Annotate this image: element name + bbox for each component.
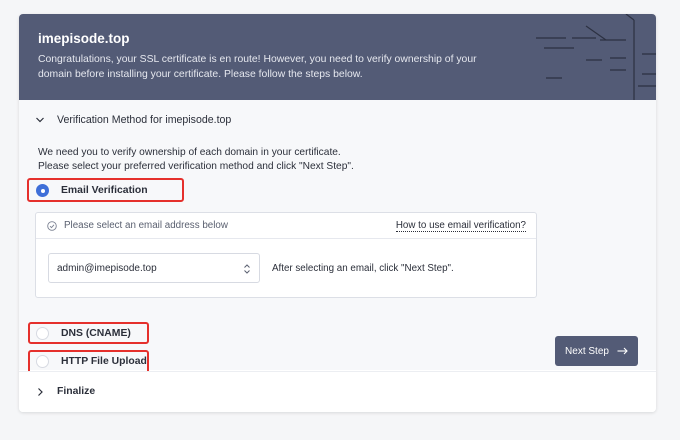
email-panel-header: Please select an email address below How… [36, 213, 536, 239]
chevron-right-icon [38, 387, 43, 396]
email-panel-label: Please select an email address below [64, 220, 228, 231]
intro-line-1: We need you to verify ownership of each … [38, 147, 341, 158]
radio-dns-cname[interactable]: DNS (CNAME) [36, 327, 131, 340]
decorative-lines-icon [536, 14, 656, 100]
arrow-right-icon [617, 347, 628, 355]
radio-http-label: HTTP File Upload [61, 356, 147, 367]
email-select-value: admin@imepisode.top [57, 263, 157, 274]
email-select[interactable]: admin@imepisode.top [48, 253, 260, 283]
select-arrows-icon [244, 264, 250, 274]
intro-text: We need you to verify ownership of each … [38, 146, 354, 173]
domain-title: imepisode.top [38, 31, 130, 46]
finalize-section: Finalize [19, 371, 656, 412]
next-step-button[interactable]: Next Step [555, 336, 638, 366]
verification-method-toggle[interactable]: Verification Method for imepisode.top [35, 114, 231, 126]
radio-email-label: Email Verification [61, 185, 148, 196]
section-title: Verification Method for imepisode.top [57, 114, 232, 126]
email-verification-panel: Please select an email address below How… [35, 212, 537, 298]
email-select-hint: After selecting an email, click "Next St… [272, 263, 454, 274]
verification-method-section: Verification Method for imepisode.top We… [19, 100, 656, 374]
finalize-title: Finalize [57, 386, 96, 397]
radio-unchecked-icon [36, 327, 49, 340]
email-help-link[interactable]: How to use email verification? [395, 220, 526, 232]
next-step-label: Next Step [565, 345, 609, 357]
radio-http-file-upload[interactable]: HTTP File Upload [36, 355, 147, 368]
radio-checked-icon [36, 184, 49, 197]
banner-message: Congratulations, your SSL certificate is… [38, 54, 477, 80]
radio-dns-label: DNS (CNAME) [61, 328, 131, 339]
finalize-toggle[interactable]: Finalize [35, 386, 95, 397]
ssl-verification-card: imepisode.top Congratulations, your SSL … [19, 14, 656, 412]
banner: imepisode.top Congratulations, your SSL … [19, 14, 656, 100]
radio-email-verification[interactable]: Email Verification [36, 184, 148, 197]
check-circle-icon [47, 221, 57, 231]
radio-unchecked-icon [36, 355, 49, 368]
intro-line-2: Please select your preferred verificatio… [38, 160, 354, 172]
chevron-down-icon [36, 117, 44, 123]
